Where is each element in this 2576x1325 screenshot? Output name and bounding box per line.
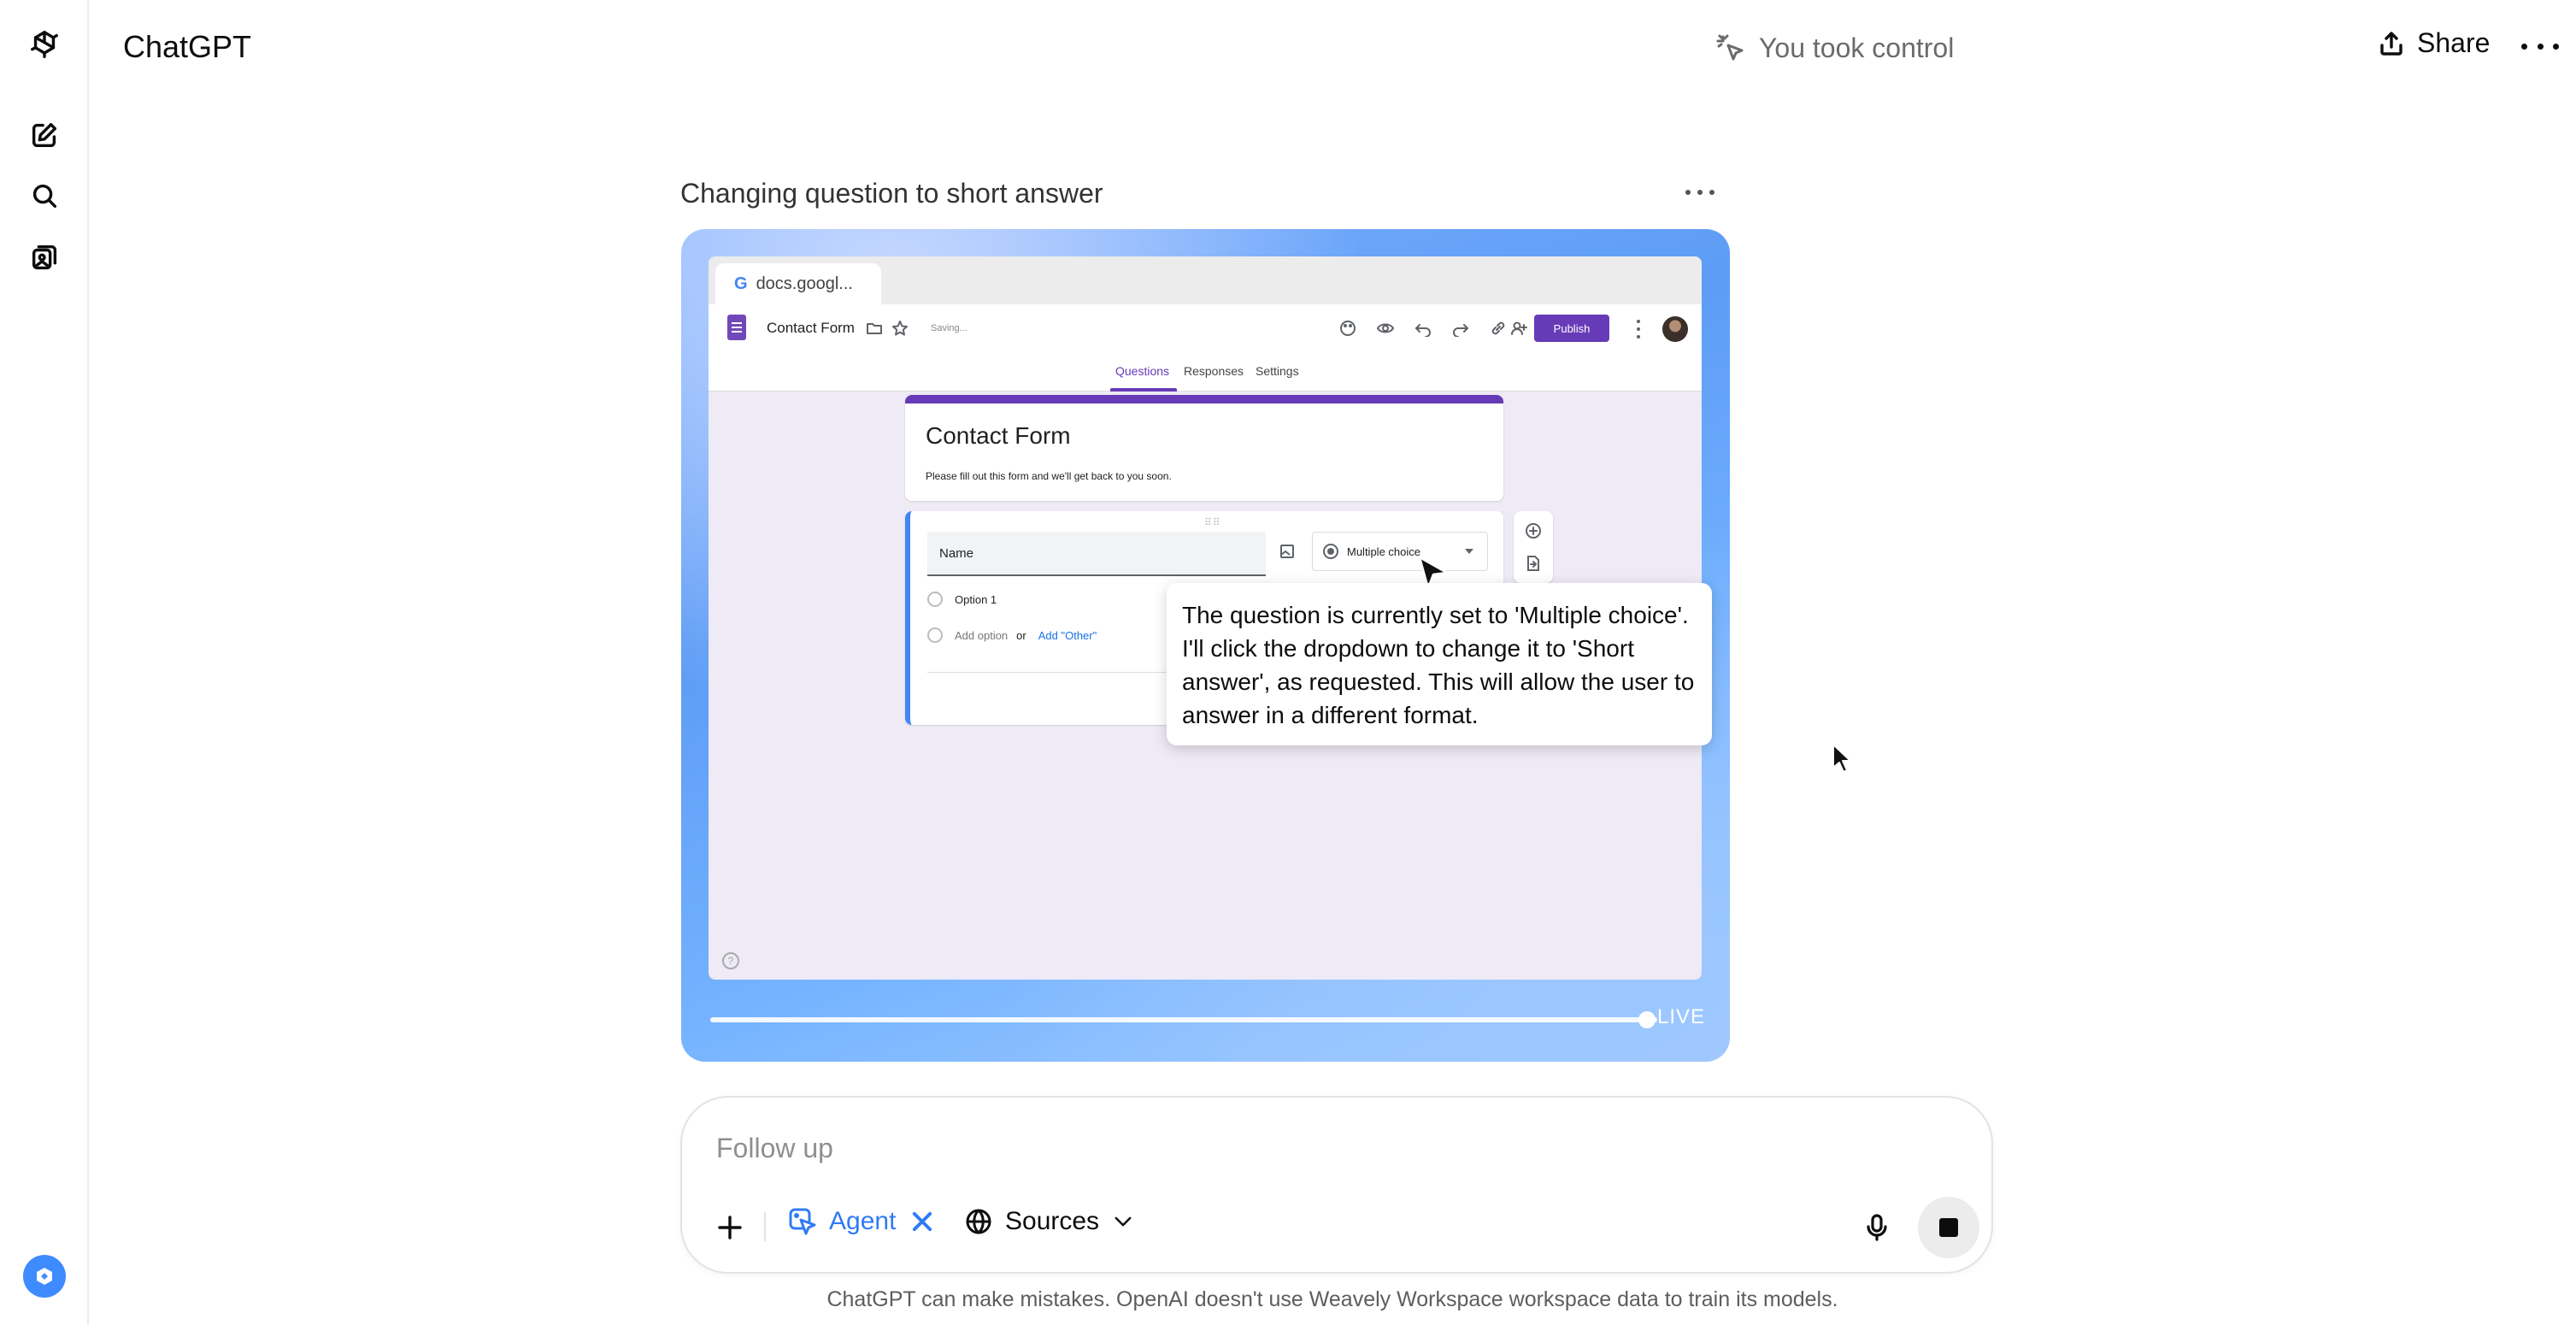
form-description: Please fill out this form and we'll get … [926, 470, 1172, 482]
undo-icon [1414, 320, 1432, 338]
star-icon [891, 320, 909, 337]
add-question-icon [1524, 521, 1543, 540]
dictate-button[interactable] [1858, 1209, 1896, 1246]
close-icon[interactable] [908, 1207, 937, 1236]
sidebar [0, 0, 89, 1325]
tab-settings: Settings [1256, 364, 1299, 378]
mouse-cursor-icon [1832, 744, 1851, 773]
follow-up-input[interactable] [716, 1127, 1742, 1169]
link-icon [1490, 320, 1507, 337]
share-button[interactable]: Share [2378, 27, 2490, 59]
agent-reasoning-tooltip: The question is currently set to 'Multip… [1167, 583, 1712, 745]
more-icon[interactable] [2521, 31, 2559, 62]
preview-icon [1377, 320, 1394, 337]
add-option-row: Add option or Add "Other" [927, 627, 1097, 643]
form-tabs: Questions Responses Settings [709, 352, 1702, 392]
toolbar-separator [764, 1212, 766, 1241]
task-more-icon[interactable] [1685, 180, 1714, 205]
form-side-toolbar [1514, 511, 1553, 583]
stop-button[interactable] [1918, 1197, 1979, 1258]
forms-more-icon [1637, 320, 1642, 339]
share-label: Share [2417, 27, 2491, 58]
composer: Agent Sources [680, 1096, 1993, 1274]
forms-toolbar: Contact Form Saving... Publish [709, 304, 1702, 352]
disclaimer: ChatGPT can make mistakes. OpenAI doesn'… [826, 1287, 1838, 1311]
stop-icon [1939, 1218, 1958, 1237]
import-questions-icon [1524, 554, 1543, 573]
form-header-card: Contact Form Please fill out this form a… [905, 395, 1503, 501]
search-icon[interactable] [26, 177, 63, 215]
active-tab-indicator [1110, 388, 1177, 392]
sources-label: Sources [1005, 1207, 1100, 1235]
add-collaborator-icon [1510, 320, 1527, 337]
live-label: LIVE [1657, 1005, 1706, 1028]
doc-name: Contact Form [767, 320, 855, 336]
agent-mode-chip[interactable]: Agent [788, 1207, 937, 1236]
question-type-label: Multiple choice [1347, 545, 1420, 558]
user-avatar [1662, 316, 1688, 342]
took-control-status: You took control [1716, 32, 1954, 64]
question-title-input: Name [927, 532, 1266, 576]
tab-responses: Responses [1184, 364, 1244, 378]
add-other-link: Add "Other" [1038, 628, 1097, 642]
drag-handle-icon: ⠿⠿ [1204, 516, 1221, 528]
browser-tabbar: G docs.googl... [709, 256, 1702, 304]
task-title: Changing question to short answer [680, 178, 1103, 209]
google-icon: G [734, 274, 748, 293]
sources-button[interactable]: Sources [964, 1207, 1135, 1236]
google-forms-icon [727, 315, 746, 340]
image-icon [1279, 544, 1295, 559]
or-text: or [1016, 628, 1026, 642]
openai-logo-icon[interactable] [26, 26, 63, 63]
share-icon [2380, 31, 2403, 56]
tab-questions: Questions [1115, 364, 1170, 378]
radio-empty-icon [927, 627, 943, 643]
new-chat-icon[interactable] [26, 116, 63, 154]
live-progress-bar[interactable] [710, 1017, 1657, 1022]
chevron-down-icon [1115, 1216, 1132, 1227]
radio-selected-icon [1323, 544, 1338, 559]
live-browser-frame[interactable]: G docs.googl... Contact Form Saving... P… [681, 229, 1730, 1062]
option-label: Option 1 [955, 592, 997, 606]
folder-icon [866, 320, 883, 337]
redo-icon [1452, 320, 1469, 338]
help-icon: ? [722, 952, 739, 969]
app-title[interactable]: ChatGPT [123, 29, 251, 65]
microphone-icon [1867, 1214, 1887, 1241]
browser-tab: G docs.googl... [715, 263, 881, 304]
agent-icon [789, 1208, 816, 1235]
publish-button: Publish [1534, 315, 1609, 342]
question-type-dropdown: Multiple choice [1312, 532, 1488, 571]
add-option-link: Add option [955, 628, 1009, 642]
live-progress-knob[interactable] [1638, 1011, 1656, 1028]
agent-label: Agent [829, 1207, 897, 1235]
took-control-label: You took control [1759, 32, 1955, 63]
radio-empty-icon [927, 592, 943, 607]
question-title: Name [939, 545, 974, 561]
add-attachment-button[interactable] [711, 1209, 749, 1246]
library-icon[interactable] [26, 239, 63, 277]
option-row: Option 1 [927, 592, 997, 607]
palette-icon [1339, 320, 1356, 337]
dropdown-arrow-icon [1465, 549, 1473, 554]
browser-tab-title: docs.googl... [756, 274, 853, 293]
form-title: Contact Form [926, 422, 1071, 449]
plus-icon [718, 1216, 742, 1240]
cursor-sparkle-icon [1716, 34, 1744, 60]
globe-icon [966, 1209, 991, 1234]
saving-status: Saving... [931, 323, 967, 333]
